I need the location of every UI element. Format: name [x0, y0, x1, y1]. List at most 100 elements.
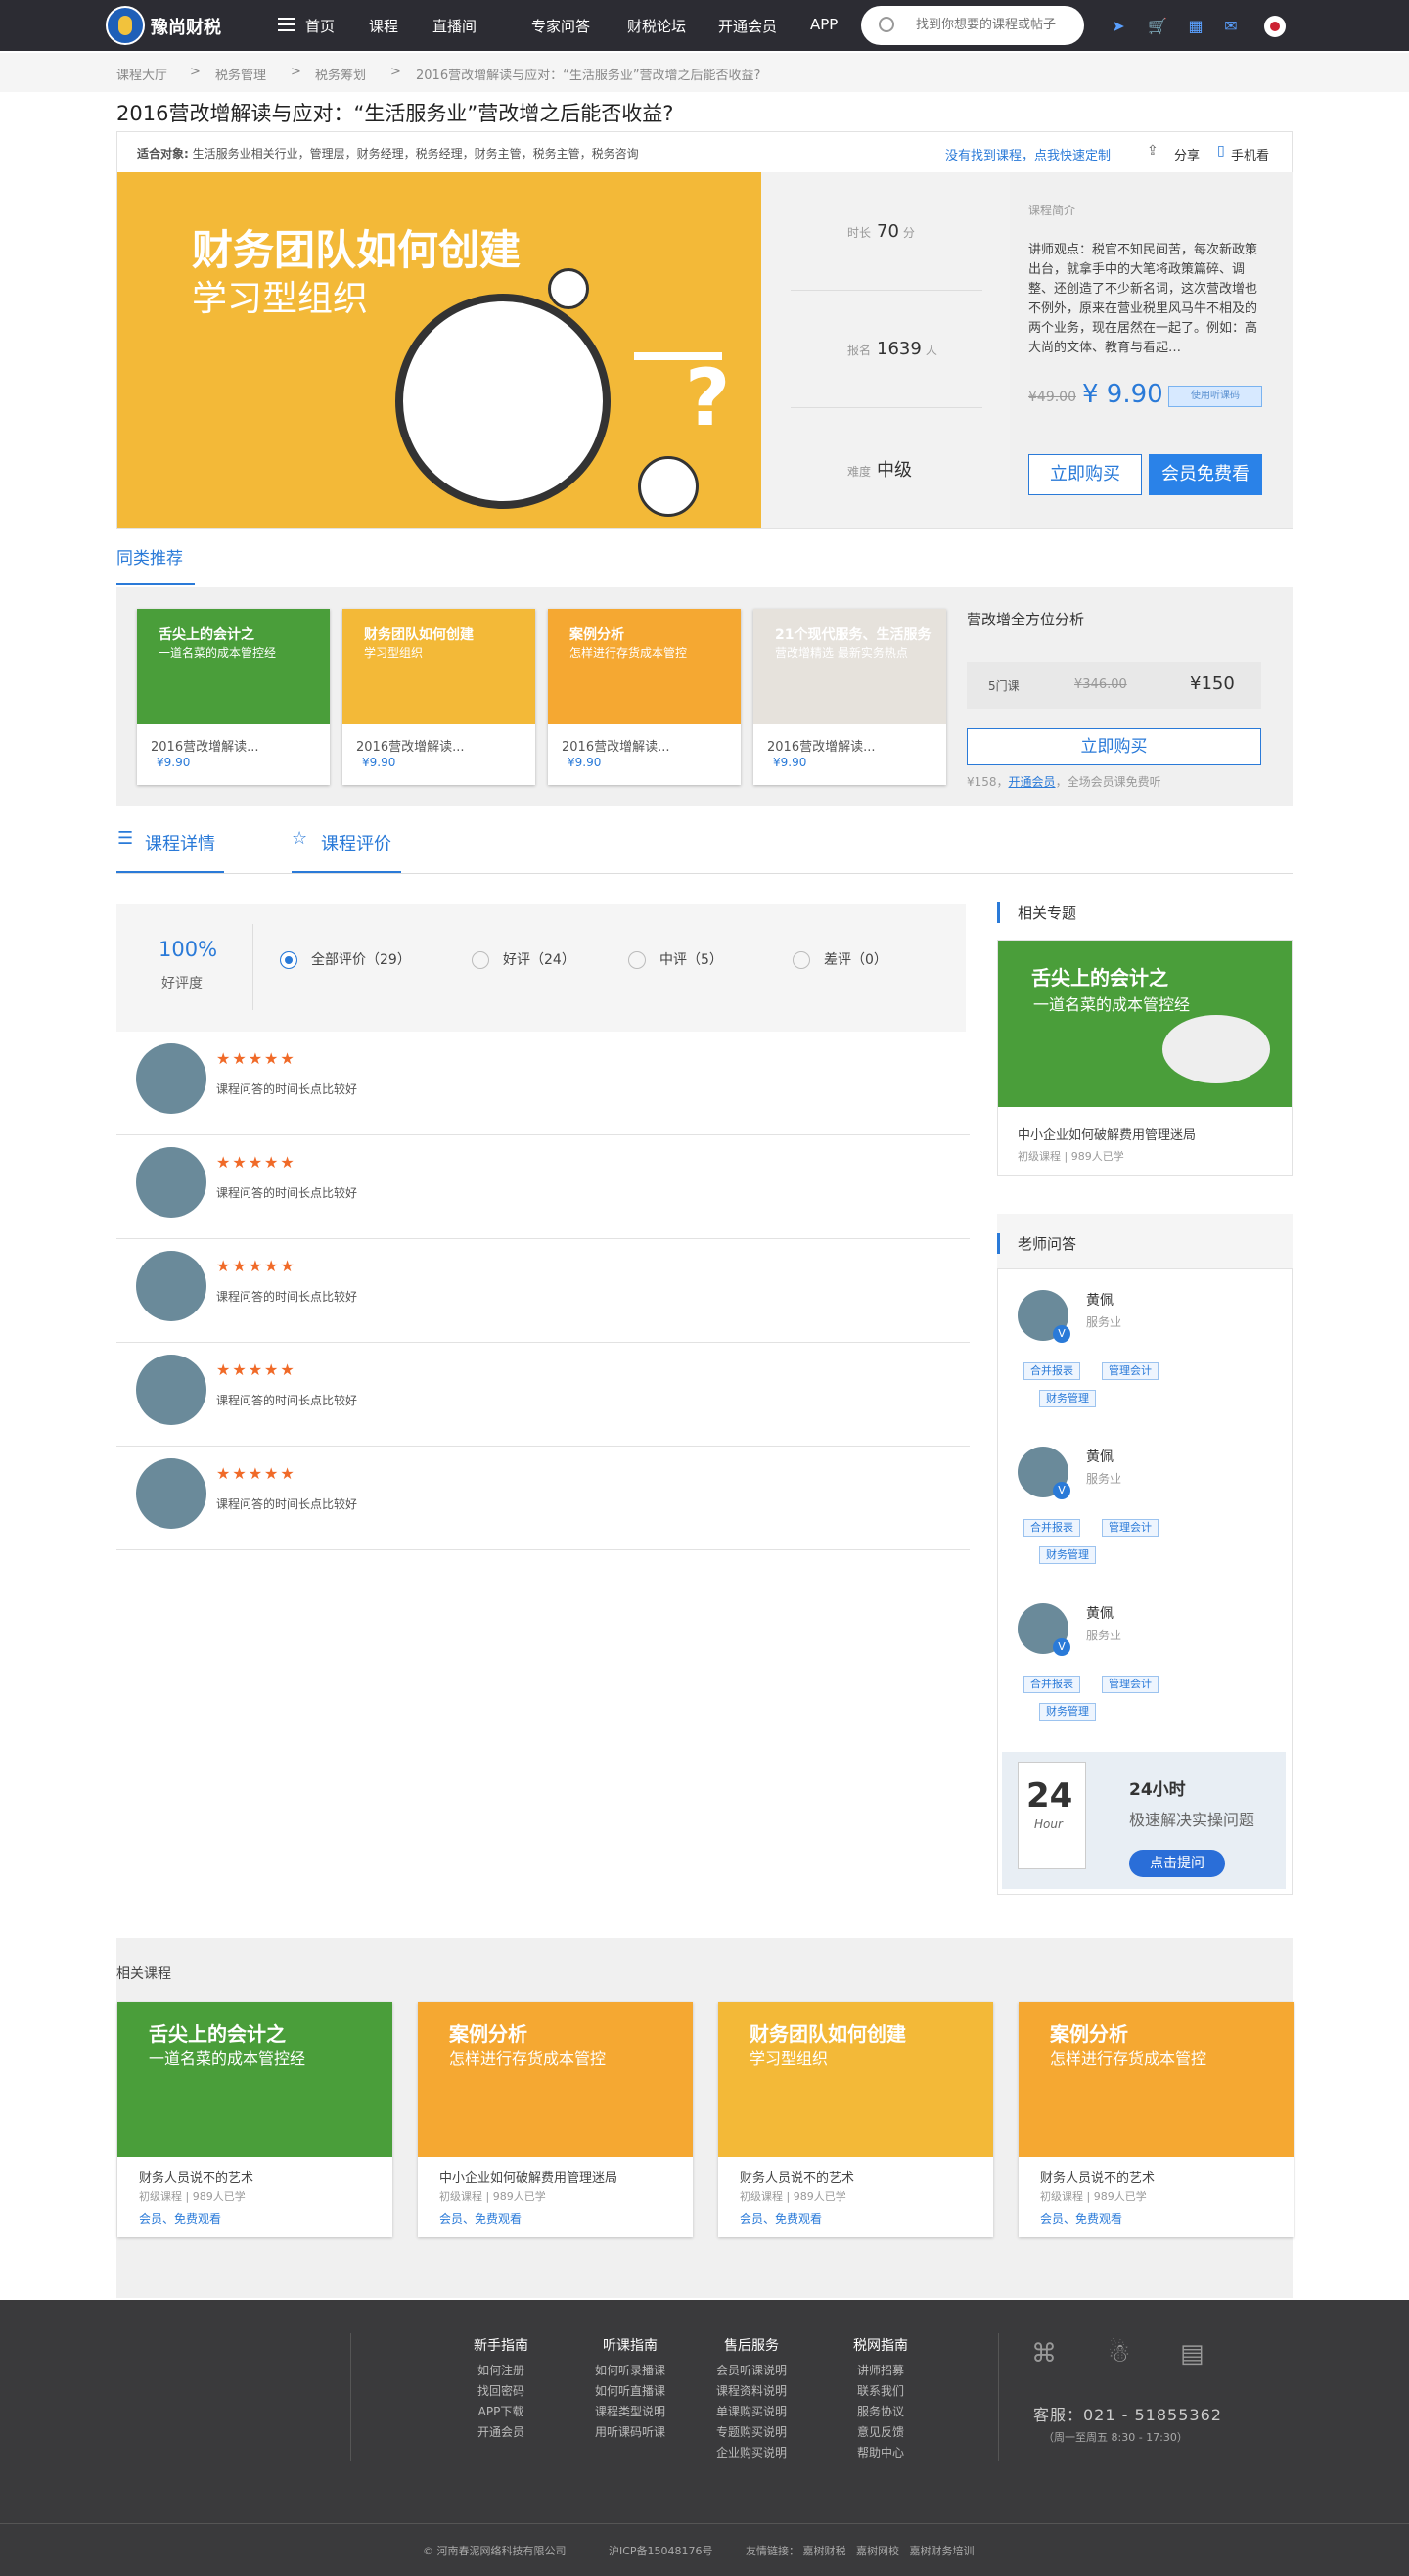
search-input[interactable]: [916, 17, 1072, 31]
share-icon[interactable]: ⇪: [1147, 143, 1159, 159]
nav-courses[interactable]: 课程: [369, 16, 398, 36]
user-avatar[interactable]: [1264, 16, 1286, 37]
card-title[interactable]: 财务人员说不的艺术: [139, 2167, 253, 2185]
topic-tag[interactable]: 管理会计: [1102, 1362, 1159, 1380]
teacher-name[interactable]: 黄佩: [1086, 1447, 1114, 1466]
tab-course-detail[interactable]: 课程详情: [145, 830, 215, 855]
nav-app[interactable]: APP: [810, 16, 838, 33]
wechat-icon[interactable]: ⌘: [1031, 2339, 1057, 2369]
coupon-code-tag[interactable]: 使用听课码: [1168, 386, 1262, 407]
topic-tag[interactable]: 合并报表: [1023, 1519, 1080, 1537]
mobile-icon[interactable]: ▯: [1217, 143, 1225, 159]
radio-icon[interactable]: [472, 951, 489, 969]
logo-text[interactable]: 豫尚财税: [151, 14, 221, 39]
topic-tag[interactable]: 合并报表: [1023, 1362, 1080, 1380]
message-icon[interactable]: ✉: [1221, 17, 1241, 35]
nav-forum[interactable]: 财税论坛: [627, 16, 686, 36]
reviewer-avatar[interactable]: [136, 1355, 206, 1425]
rating-filter[interactable]: 中评（5）: [628, 949, 723, 969]
related-topic-card[interactable]: 舌尖上的会计之 一道名菜的成本管控经 中小企业如何破解费用管理迷局 初级课程 |…: [997, 940, 1293, 1176]
cart-icon[interactable]: 🛒: [1148, 17, 1167, 35]
member-free-button[interactable]: 会员免费看: [1149, 454, 1262, 495]
radio-icon[interactable]: [793, 951, 810, 969]
rating-filter[interactable]: 好评（24）: [472, 949, 575, 969]
nav-live[interactable]: 直播间: [432, 16, 477, 36]
search-box[interactable]: [861, 6, 1084, 45]
similar-course-card[interactable]: 舌尖上的会计之 一道名菜的成本管控经 2016营改增解读... ¥9.90: [137, 609, 330, 785]
footer-link[interactable]: 课程类型说明: [595, 2402, 665, 2422]
footer-link[interactable]: 讲师招募: [853, 2361, 908, 2381]
card-title[interactable]: 2016营改增解读...: [767, 736, 875, 755]
card-free-watch[interactable]: 会员、免费观看: [139, 2210, 221, 2227]
similar-title[interactable]: 同类推荐: [116, 544, 183, 569]
footer-link[interactable]: 开通会员: [474, 2422, 528, 2443]
card-title[interactable]: 2016营改增解读...: [151, 736, 258, 755]
nav-home[interactable]: 首页: [305, 16, 335, 36]
ask-question-button[interactable]: 点击提问: [1129, 1850, 1225, 1877]
footer-link[interactable]: 联系我们: [853, 2381, 908, 2402]
share-button[interactable]: 分享: [1174, 145, 1200, 163]
friend-link[interactable]: 嘉树财务培训: [910, 2545, 975, 2557]
footer-link[interactable]: 意见反馈: [853, 2422, 908, 2443]
mobile-app-icon[interactable]: ▤: [1180, 2339, 1204, 2369]
teacher-item[interactable]: V 黄佩 服务业 合并报表 管理会计 财务管理: [1018, 1290, 1282, 1427]
topic-tag[interactable]: 财务管理: [1039, 1703, 1096, 1721]
crumb-tax-management[interactable]: 税务管理: [215, 65, 266, 83]
topic-tag[interactable]: 合并报表: [1023, 1676, 1080, 1693]
open-membership-link[interactable]: 开通会员: [1009, 775, 1056, 789]
topic-tag[interactable]: 财务管理: [1039, 1390, 1096, 1407]
logo-icon[interactable]: [106, 6, 145, 45]
mobile-view-button[interactable]: 手机看: [1231, 145, 1269, 163]
similar-course-card[interactable]: 21个现代服务、生活服务 营改增精选 最新实务热点 2016营改增解读... ¥…: [753, 609, 946, 785]
teacher-name[interactable]: 黄佩: [1086, 1603, 1114, 1623]
footer-link[interactable]: 会员听课说明: [716, 2361, 787, 2381]
qq-icon[interactable]: ☃: [1108, 2339, 1130, 2369]
tab-course-review[interactable]: 课程评价: [321, 830, 391, 855]
send-icon[interactable]: ➤: [1109, 17, 1128, 35]
related-course-card[interactable]: 财务团队如何创建 学习型组织 财务人员说不的艺术 初级课程 | 989人已学 会…: [718, 2002, 993, 2237]
rating-filter[interactable]: 全部评价（29）: [280, 949, 411, 969]
teacher-item[interactable]: V 黄佩 服务业 合并报表 管理会计 财务管理: [1018, 1603, 1282, 1740]
card-title[interactable]: 2016营改增解读...: [562, 736, 669, 755]
similar-course-card[interactable]: 财务团队如何创建 学习型组织 2016营改增解读... ¥9.90: [342, 609, 535, 785]
card-free-watch[interactable]: 会员、免费观看: [439, 2210, 522, 2227]
rating-filter[interactable]: 差评（0）: [793, 949, 887, 969]
footer-link[interactable]: 如何注册: [474, 2361, 528, 2381]
friend-link[interactable]: 嘉树财税: [803, 2545, 846, 2557]
topic-tag[interactable]: 管理会计: [1102, 1519, 1159, 1537]
similar-course-card[interactable]: 案例分析 怎样进行存货成本管控 2016营改增解读... ¥9.90: [548, 609, 741, 785]
footer-link[interactable]: 单课购买说明: [716, 2402, 787, 2422]
reviewer-avatar[interactable]: [136, 1251, 206, 1321]
card-title[interactable]: 财务人员说不的艺术: [740, 2167, 854, 2185]
related-course-card[interactable]: 案例分析 怎样进行存货成本管控 中小企业如何破解费用管理迷局 初级课程 | 98…: [418, 2002, 693, 2237]
footer-link[interactable]: 帮助中心: [853, 2443, 908, 2463]
footer-link[interactable]: 用听课码听课: [595, 2422, 665, 2443]
topic-tag[interactable]: 管理会计: [1102, 1676, 1159, 1693]
footer-link[interactable]: 找回密码: [474, 2381, 528, 2402]
card-free-watch[interactable]: 会员、免费观看: [1040, 2210, 1122, 2227]
search-icon[interactable]: [879, 17, 894, 32]
icp-number[interactable]: 沪ICP备15048176号: [609, 2543, 713, 2558]
reviewer-avatar[interactable]: [136, 1458, 206, 1529]
related-course-card[interactable]: 案例分析 怎样进行存货成本管控 财务人员说不的艺术 初级课程 | 989人已学 …: [1019, 2002, 1294, 2237]
crumb-tax-planning[interactable]: 税务筹划: [315, 65, 366, 83]
footer-link[interactable]: 课程资料说明: [716, 2381, 787, 2402]
teacher-item[interactable]: V 黄佩 服务业 合并报表 管理会计 财务管理: [1018, 1447, 1282, 1584]
topic-tag[interactable]: 财务管理: [1039, 1546, 1096, 1564]
teacher-name[interactable]: 黄佩: [1086, 1290, 1114, 1310]
crumb-course-hall[interactable]: 课程大厅: [116, 65, 167, 83]
custom-course-link[interactable]: 没有找到课程，点我快速定制: [945, 145, 1111, 163]
card-title[interactable]: 中小企业如何破解费用管理迷局: [439, 2167, 617, 2185]
radio-icon[interactable]: [280, 951, 297, 969]
bundle-buy-button[interactable]: 立即购买: [967, 728, 1261, 765]
footer-link[interactable]: APP下载: [474, 2402, 528, 2422]
nav-expert-qa[interactable]: 专家问答: [531, 16, 590, 36]
footer-link[interactable]: 专题购买说明: [716, 2422, 787, 2443]
footer-link[interactable]: 如何听直播课: [595, 2381, 665, 2402]
related-course-card[interactable]: 舌尖上的会计之 一道名菜的成本管控经 财务人员说不的艺术 初级课程 | 989人…: [117, 2002, 392, 2237]
footer-link[interactable]: 服务协议: [853, 2402, 908, 2422]
footer-link[interactable]: 如何听录播课: [595, 2361, 665, 2381]
card-title[interactable]: 2016营改增解读...: [356, 736, 464, 755]
friend-link[interactable]: 嘉树网校: [856, 2545, 899, 2557]
card-free-watch[interactable]: 会员、免费观看: [740, 2210, 822, 2227]
